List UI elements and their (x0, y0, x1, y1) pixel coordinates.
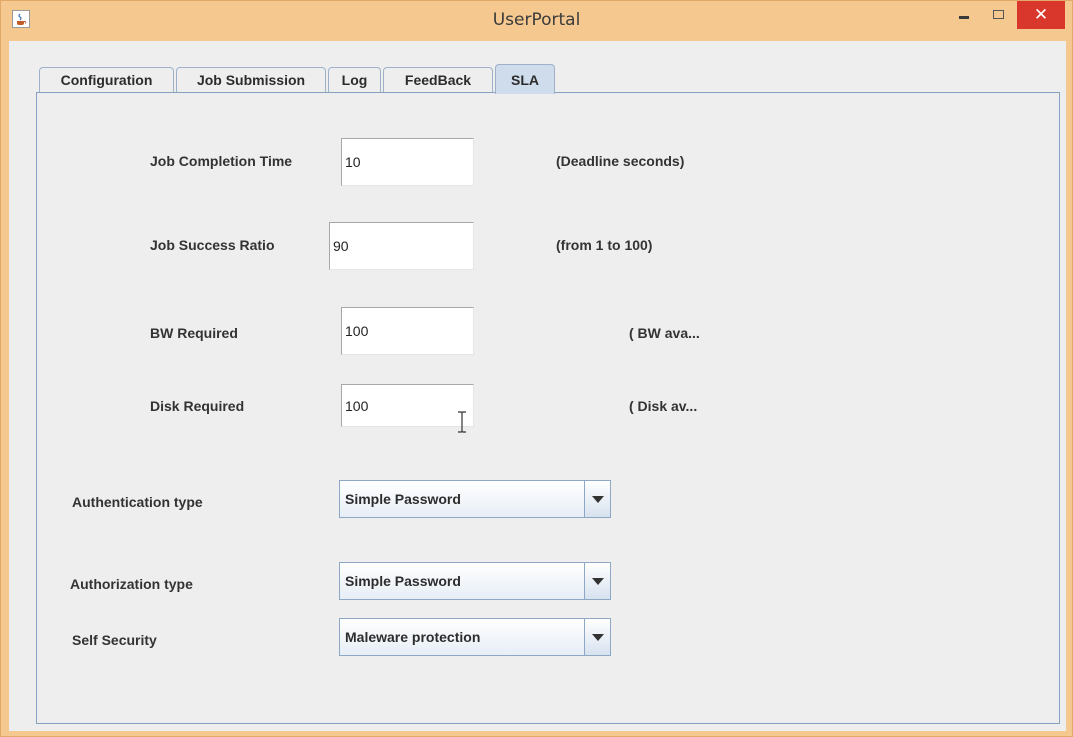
tab-configuration[interactable]: Configuration (39, 67, 174, 93)
bw-required-input[interactable] (341, 307, 474, 355)
authorization-type-select[interactable]: Simple Password (339, 562, 611, 600)
close-button[interactable]: ✕ (1017, 1, 1065, 29)
self-security-value: Maleware protection (345, 629, 481, 645)
success-ratio-hint: (from 1 to 100) (556, 237, 653, 253)
maximize-button[interactable] (981, 1, 1015, 29)
maximize-icon (992, 9, 1004, 19)
deadline-hint: (Deadline seconds) (556, 153, 685, 169)
disk-required-label: Disk Required (150, 398, 245, 414)
authorization-type-value: Simple Password (345, 573, 461, 589)
minimize-icon (959, 15, 969, 19)
self-security-label: Self Security (72, 632, 157, 648)
minimize-button[interactable] (947, 1, 981, 29)
self-security-select[interactable]: Maleware protection (339, 618, 611, 656)
content-area: Configuration Job Submission Log FeedBac… (9, 41, 1066, 731)
text-cursor-icon (458, 411, 466, 433)
job-success-ratio-input[interactable] (329, 222, 474, 270)
bw-required-label: BW Required (150, 325, 238, 341)
job-completion-time-label: Job Completion Time (150, 153, 293, 169)
authentication-type-label: Authentication type (72, 494, 203, 510)
bw-available-hint: ( BW ava... (629, 325, 700, 341)
disk-required-input[interactable] (341, 384, 474, 427)
authorization-type-label: Authorization type (70, 576, 193, 592)
sla-panel: Job Completion Time (Deadline seconds) J… (36, 92, 1060, 724)
window-title: UserPortal (492, 10, 581, 30)
app-window: UserPortal ✕ Configuration Job Submissio… (0, 0, 1073, 737)
tab-feedback[interactable]: FeedBack (383, 67, 493, 93)
tab-log[interactable]: Log (328, 67, 381, 93)
authentication-type-select[interactable]: Simple Password (339, 480, 611, 518)
tab-sla[interactable]: SLA (495, 64, 555, 94)
title-bar[interactable]: UserPortal ✕ (1, 1, 1072, 41)
chevron-down-icon[interactable] (584, 619, 610, 655)
authentication-type-value: Simple Password (345, 491, 461, 507)
job-success-ratio-label: Job Success Ratio (150, 237, 275, 253)
close-icon: ✕ (1033, 5, 1049, 24)
job-completion-time-input[interactable] (341, 138, 474, 186)
tab-job-submission[interactable]: Job Submission (176, 67, 326, 93)
chevron-down-icon[interactable] (584, 563, 610, 599)
disk-available-hint: ( Disk av... (629, 398, 698, 414)
chevron-down-icon[interactable] (584, 481, 610, 517)
